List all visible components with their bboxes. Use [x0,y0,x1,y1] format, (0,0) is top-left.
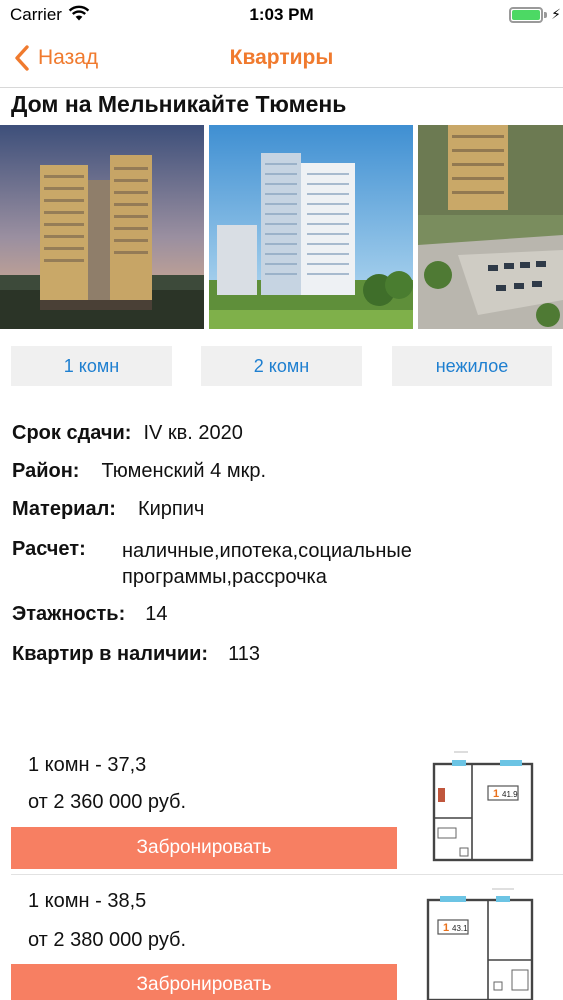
book-button[interactable]: Забронировать [11,964,397,1000]
clock: 1:03 PM [249,5,314,24]
status-bar: Carrier 1:03 PM ⚡ [0,0,563,30]
plan-area: 41.9 [502,790,518,799]
district-row: Район: Тюменский 4 мкр. [12,460,266,483]
deadline-value: IV кв. 2020 [143,422,243,444]
payment-value-line2: программы,рассрочка [122,566,327,588]
book-button-label: Забронировать [136,837,272,858]
district-label: Район: [12,460,80,482]
offer-price: от 2 360 000 руб. [28,791,187,813]
offer-title: 1 комн - 38,5 [28,890,147,912]
floors-value: 14 [145,603,168,625]
payment-value-line1: наличные,ипотека,социальные [122,540,412,562]
payment-label: Расчет: [12,538,86,560]
navigation-bar: Назад Квартиры [0,30,563,88]
tab-non-residential-label: нежилое [435,355,509,376]
deadline-row: Срок сдачи: IV кв. 2020 [12,422,243,445]
building-photo-2[interactable] [209,125,413,329]
plan-room-count: 1 [443,922,449,934]
floor-plan-image[interactable]: 1 43.1 [422,886,540,1000]
plan-area: 43.1 [452,924,468,933]
building-photo-1[interactable] [0,125,204,329]
material-row: Материал: Кирпич [12,498,204,521]
available-row: Квартир в наличии: 113 [12,643,260,666]
material-label: Материал: [12,498,116,520]
material-value: Кирпич [137,498,205,520]
house-title: Дом на Мельникайте Тюмень [11,91,347,117]
tab-non-residential[interactable]: нежилое [392,346,552,386]
building-photo-3[interactable] [418,125,563,329]
page-title: Квартиры [229,46,334,69]
floors-row: Этажность: 14 [12,603,167,626]
tab-2-room-label: 2 комн [253,355,310,376]
payment-value: наличные,ипотека,социальные программы,ра… [122,538,412,590]
plan-room-count: 1 [493,788,499,800]
battery-icon [509,7,547,23]
offer-divider [11,874,563,875]
floor-plan-image[interactable]: 1 41.9 [422,748,540,863]
offer-price: от 2 380 000 руб. [28,929,187,951]
charging-icon: ⚡ [551,6,561,22]
available-value: 113 [228,643,260,665]
photo-gallery[interactable] [0,125,563,329]
available-label: Квартир в наличии: [12,643,209,665]
book-button-label: Забронировать [136,974,272,995]
payment-row: Расчет: [12,538,86,561]
floors-label: Этажность: [12,603,126,625]
offer-title: 1 комн - 37,3 [28,754,147,776]
tab-1-room[interactable]: 1 комн [11,346,172,386]
deadline-label: Срок сдачи: [12,422,132,444]
tab-2-room[interactable]: 2 комн [201,346,362,386]
tab-1-room-label: 1 комн [63,355,120,376]
book-button[interactable]: Забронировать [11,827,397,869]
district-value: Тюменский 4 мкр. [101,460,266,482]
